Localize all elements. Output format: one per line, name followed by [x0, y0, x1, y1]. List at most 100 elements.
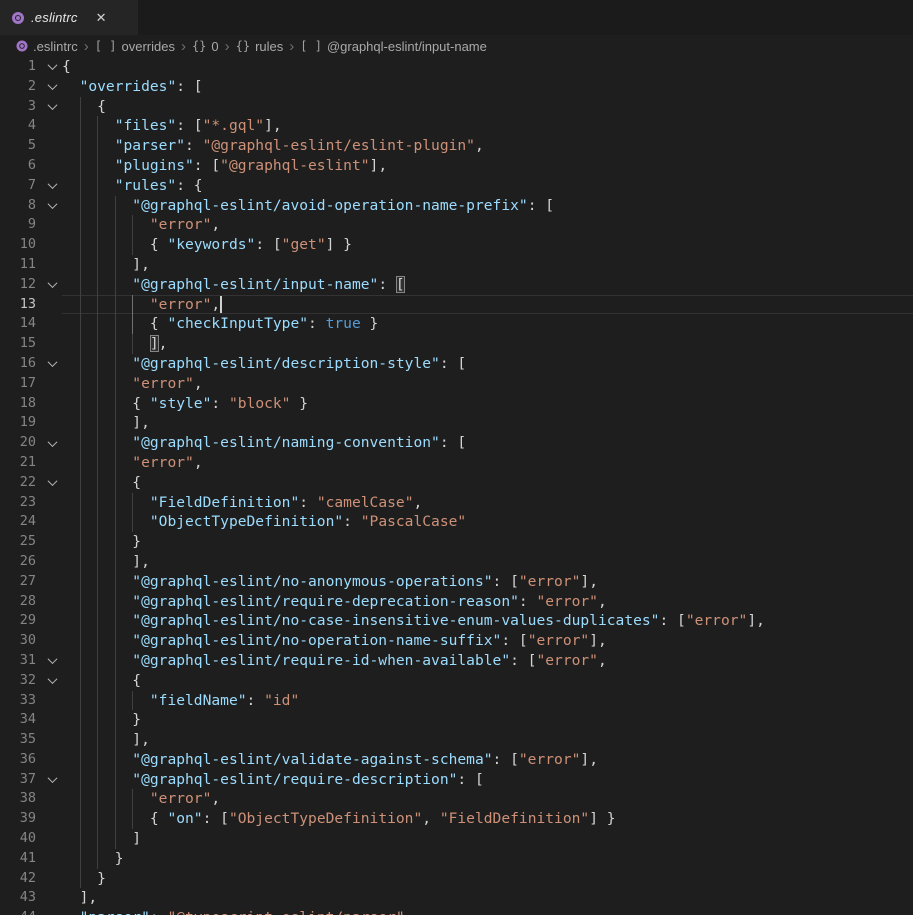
- breadcrumb-item[interactable]: .eslintrc: [16, 39, 78, 54]
- code-line[interactable]: 41 }: [0, 849, 913, 869]
- code-line[interactable]: 14 { "checkInputType": true }: [0, 314, 913, 334]
- indent-guide: [97, 730, 98, 750]
- line-number: 42: [0, 869, 42, 889]
- code-line[interactable]: 9 "error",: [0, 215, 913, 235]
- code-text: "@graphql-eslint/require-deprecation-rea…: [62, 592, 913, 612]
- line-number: 35: [0, 730, 42, 750]
- code-text: ],: [62, 730, 913, 750]
- fold-chevron-icon[interactable]: [42, 651, 62, 671]
- code-line[interactable]: 32 {: [0, 671, 913, 691]
- fold-gutter: [42, 235, 62, 255]
- code-line[interactable]: 18 { "style": "block" }: [0, 394, 913, 414]
- fold-gutter: [42, 888, 62, 908]
- fold-chevron-icon[interactable]: [42, 354, 62, 374]
- code-line[interactable]: 11 ],: [0, 255, 913, 275]
- code-line[interactable]: 33 "fieldName": "id": [0, 691, 913, 711]
- indent-guide: [115, 829, 116, 849]
- code-line[interactable]: 43 ],: [0, 888, 913, 908]
- code-line[interactable]: 6 "plugins": ["@graphql-eslint"],: [0, 156, 913, 176]
- indent-guide: [80, 770, 81, 790]
- code-line[interactable]: 22 {: [0, 473, 913, 493]
- code-text: "@graphql-eslint/require-description": [: [62, 770, 913, 790]
- code-line[interactable]: 28 "@graphql-eslint/require-deprecation-…: [0, 592, 913, 612]
- fold-chevron-icon[interactable]: [42, 176, 62, 196]
- tab-eslintrc[interactable]: .eslintrc ✕: [0, 0, 138, 35]
- indent-guide: [80, 869, 81, 889]
- fold-chevron-icon[interactable]: [42, 57, 62, 77]
- code-line[interactable]: 31 "@graphql-eslint/require-id-when-avai…: [0, 651, 913, 671]
- indent-guide: [80, 552, 81, 572]
- indent-guide: [97, 671, 98, 691]
- indent-guide: [80, 789, 81, 809]
- line-number: 41: [0, 849, 42, 869]
- fold-chevron-icon[interactable]: [42, 275, 62, 295]
- indent-guide: [97, 809, 98, 829]
- indent-guide: [132, 789, 133, 809]
- fold-chevron-icon[interactable]: [42, 671, 62, 691]
- indent-guide: [80, 433, 81, 453]
- fold-chevron-icon[interactable]: [42, 97, 62, 117]
- line-number: 15: [0, 334, 42, 354]
- breadcrumb-item[interactable]: [ ]@graphql-eslint/input-name: [300, 39, 487, 54]
- code-line[interactable]: 1{: [0, 57, 913, 77]
- code-line[interactable]: 40 ]: [0, 829, 913, 849]
- code-line[interactable]: 8 "@graphql-eslint/avoid-operation-name-…: [0, 196, 913, 216]
- code-line[interactable]: 17 "error",: [0, 374, 913, 394]
- code-line[interactable]: 35 ],: [0, 730, 913, 750]
- code-line[interactable]: 4 "files": ["*.gql"],: [0, 116, 913, 136]
- code-line[interactable]: 5 "parser": "@graphql-eslint/eslint-plug…: [0, 136, 913, 156]
- code-line[interactable]: 10 { "keywords": ["get"] }: [0, 235, 913, 255]
- close-icon[interactable]: ✕: [93, 8, 110, 28]
- code-line[interactable]: 44 "parser": "@typescript-eslint/parser": [0, 908, 913, 915]
- code-text: "rules": {: [62, 176, 913, 196]
- indent-guide: [80, 413, 81, 433]
- code-line[interactable]: 15 ],: [0, 334, 913, 354]
- breadcrumb-item[interactable]: {}0: [192, 39, 219, 54]
- code-line[interactable]: 26 ],: [0, 552, 913, 572]
- line-number: 13: [0, 295, 42, 315]
- code-line[interactable]: 39 { "on": ["ObjectTypeDefinition", "Fie…: [0, 809, 913, 829]
- code-line[interactable]: 2 "overrides": [: [0, 77, 913, 97]
- fold-chevron-icon[interactable]: [42, 433, 62, 453]
- code-line[interactable]: 21 "error",: [0, 453, 913, 473]
- code-line[interactable]: 37 "@graphql-eslint/require-description"…: [0, 770, 913, 790]
- breadcrumb-label: @graphql-eslint/input-name: [327, 39, 487, 54]
- code-text: "error",: [62, 453, 913, 473]
- indent-guide: [97, 116, 98, 136]
- code-line[interactable]: 13 "error",: [0, 295, 913, 315]
- code-line[interactable]: 42 }: [0, 869, 913, 889]
- code-editor[interactable]: 1{2 "overrides": [3 {4 "files": ["*.gql"…: [0, 57, 913, 915]
- fold-chevron-icon[interactable]: [42, 473, 62, 493]
- line-number: 10: [0, 235, 42, 255]
- fold-chevron-icon[interactable]: [42, 77, 62, 97]
- code-line[interactable]: 3 {: [0, 97, 913, 117]
- code-text: "@graphql-eslint/no-anonymous-operations…: [62, 572, 913, 592]
- code-line[interactable]: 16 "@graphql-eslint/description-style": …: [0, 354, 913, 374]
- code-text: ],: [62, 413, 913, 433]
- indent-guide: [132, 691, 133, 711]
- code-line[interactable]: 19 ],: [0, 413, 913, 433]
- code-line[interactable]: 25 }: [0, 532, 913, 552]
- code-line[interactable]: 34 }: [0, 710, 913, 730]
- code-line[interactable]: 38 "error",: [0, 789, 913, 809]
- indent-guide: [115, 413, 116, 433]
- indent-guide: [97, 453, 98, 473]
- code-text: ],: [62, 552, 913, 572]
- fold-chevron-icon[interactable]: [42, 770, 62, 790]
- code-line[interactable]: 30 "@graphql-eslint/no-operation-name-su…: [0, 631, 913, 651]
- code-line[interactable]: 23 "FieldDefinition": "camelCase",: [0, 493, 913, 513]
- indent-guide: [115, 433, 116, 453]
- code-text: {: [62, 57, 913, 77]
- code-line[interactable]: 36 "@graphql-eslint/validate-against-sch…: [0, 750, 913, 770]
- code-line[interactable]: 27 "@graphql-eslint/no-anonymous-operati…: [0, 572, 913, 592]
- breadcrumb-item[interactable]: {}rules: [236, 39, 284, 54]
- code-line[interactable]: 12 "@graphql-eslint/input-name": [: [0, 275, 913, 295]
- breadcrumb-item[interactable]: [ ]overrides: [95, 39, 175, 54]
- code-line[interactable]: 24 "ObjectTypeDefinition": "PascalCase": [0, 512, 913, 532]
- code-line[interactable]: 20 "@graphql-eslint/naming-convention": …: [0, 433, 913, 453]
- code-text: "overrides": [: [62, 77, 913, 97]
- code-line[interactable]: 29 "@graphql-eslint/no-case-insensitive-…: [0, 611, 913, 631]
- code-line[interactable]: 7 "rules": {: [0, 176, 913, 196]
- indent-guide: [97, 473, 98, 493]
- fold-chevron-icon[interactable]: [42, 196, 62, 216]
